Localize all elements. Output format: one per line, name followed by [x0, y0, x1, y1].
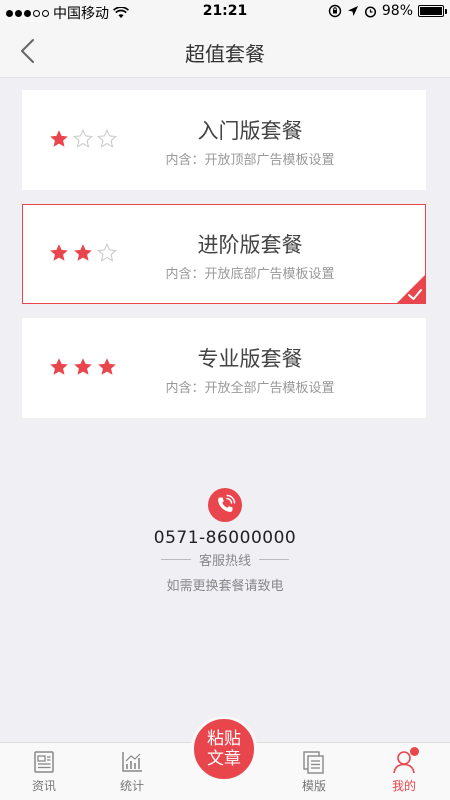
hotline-label: 客服热线 — [198, 554, 251, 569]
paste-button-label-line1: 粘贴 — [207, 729, 241, 749]
battery-icon — [418, 5, 447, 17]
package-card-professional[interactable]: 专业版套餐 内含：开放全部广告模板设置 — [22, 318, 426, 418]
divider — [160, 559, 191, 560]
hotline-number[interactable]: 0571-86000000 — [0, 528, 450, 548]
hotline-note: 如需更换套餐请致电 — [166, 579, 284, 594]
package-card-advanced[interactable]: 进阶版套餐 内含：开放底部广告模板设置 — [22, 204, 426, 304]
paste-article-button[interactable]: 粘贴 文章 — [191, 716, 257, 782]
package-title: 进阶版套餐 — [197, 233, 303, 257]
divider — [259, 559, 289, 560]
package-title: 入门版套餐 — [197, 119, 303, 143]
template-icon — [303, 751, 324, 774]
navigation-bar: 超值套餐 — [0, 24, 450, 78]
status-bar: 中国移动 21:21 98% — [0, 0, 450, 24]
package-description: 内含：开放全部广告模板设置 — [165, 381, 335, 396]
notification-badge — [410, 747, 419, 756]
customer-service-hotline: 0571-86000000 客服热线 如需更换套餐请致电 — [0, 488, 450, 594]
package-card-basic[interactable]: 入门版套餐 内含：开放顶部广告模板设置 — [22, 90, 426, 190]
package-description: 内含：开放底部广告模板设置 — [165, 267, 335, 282]
alarm-icon — [364, 5, 376, 18]
tab-statistics[interactable]: 统计 — [102, 749, 162, 794]
page-title: 超值套餐 — [185, 42, 265, 66]
tab-templates[interactable]: 模版 — [284, 749, 344, 794]
tab-profile[interactable]: 我的 — [374, 747, 434, 794]
chart-icon — [122, 752, 142, 772]
phone-icon[interactable] — [208, 488, 242, 522]
paste-button-label-line2: 文章 — [207, 749, 241, 769]
location-arrow-icon — [347, 6, 358, 16]
tab-news[interactable]: 资讯 — [14, 749, 74, 794]
package-description: 内含：开放顶部广告模板设置 — [165, 153, 335, 168]
rotation-lock-icon — [328, 4, 342, 18]
package-title: 专业版套餐 — [197, 347, 303, 371]
tab-label: 统计 — [119, 779, 144, 793]
tab-label: 我的 — [391, 779, 416, 793]
package-list: 入门版套餐 内含：开放顶部广告模板设置 进阶版套餐 内含：开放底部广告模板设置 … — [22, 90, 426, 432]
battery-percent: 98% — [381, 3, 413, 19]
selected-check-icon — [396, 274, 426, 304]
news-icon — [34, 751, 54, 773]
tab-label: 模版 — [301, 779, 326, 793]
tab-label: 资讯 — [31, 779, 56, 793]
